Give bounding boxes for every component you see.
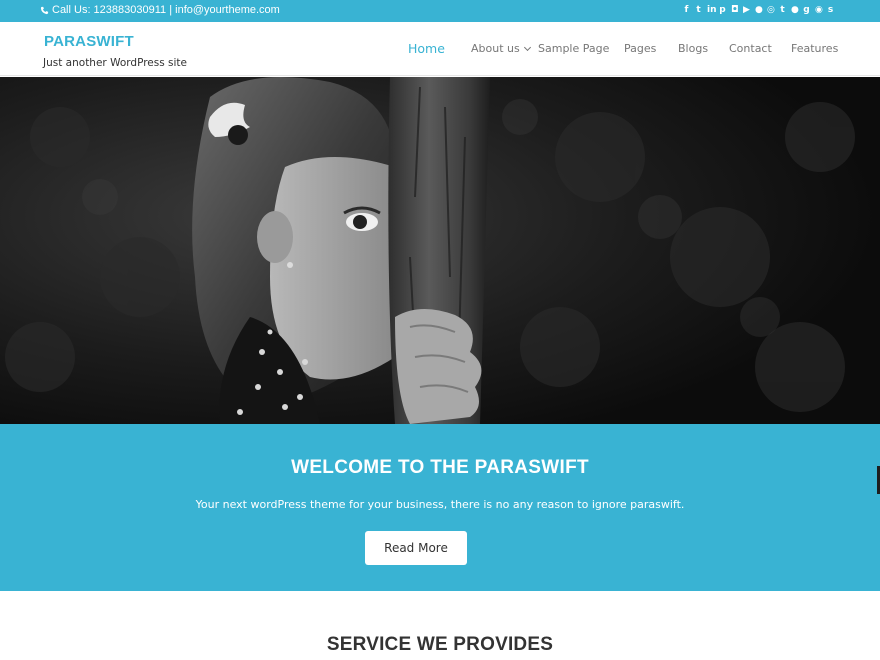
main-nav: Home About us Sample Page Pages Blogs Co…: [0, 41, 880, 58]
contact-text: Call Us: 123883030911 | info@yourtheme.c…: [52, 4, 280, 16]
read-more-button[interactable]: Read More: [365, 531, 467, 565]
youtube-icon[interactable]: ▶: [743, 5, 750, 15]
twitter-icon[interactable]: t: [695, 5, 702, 15]
banner-description: Your next wordPress theme for your busin…: [195, 498, 685, 511]
social-links: f t in p ◘ ▶ ● ◎ t ● g ◉ s: [683, 5, 834, 15]
instagram-icon[interactable]: ◘: [731, 5, 739, 15]
pinterest-icon[interactable]: p: [719, 5, 726, 15]
nav-item-features[interactable]: Features: [791, 42, 838, 55]
top-bar: Call Us: 123883030911 | info@yourtheme.c…: [0, 0, 880, 22]
hero-image: [0, 77, 880, 424]
stumbleupon-icon[interactable]: s: [827, 5, 834, 15]
google-plus-icon[interactable]: g: [803, 5, 810, 15]
welcome-banner: WELCOME TO THE PARASWIFT Your next wordP…: [0, 424, 880, 591]
nav-item-blogs[interactable]: Blogs: [678, 42, 708, 55]
dribbble-icon[interactable]: ◎: [767, 5, 775, 15]
site-tagline: Just another WordPress site: [43, 57, 188, 69]
site-header: PARASWIFT Just another WordPress site Ho…: [0, 22, 880, 76]
contact-info: Call Us: 123883030911 | info@yourtheme.c…: [40, 4, 280, 16]
facebook-icon[interactable]: f: [683, 5, 690, 15]
flickr-icon[interactable]: ●: [755, 5, 763, 15]
reddit-icon[interactable]: ●: [791, 5, 799, 15]
nav-item-sample-page[interactable]: Sample Page: [538, 42, 609, 55]
nav-item-about-us-label: About us: [471, 42, 520, 55]
tumblr-icon[interactable]: t: [779, 5, 786, 15]
phone-icon: [40, 6, 49, 14]
services-title: SERVICE WE PROVIDES: [326, 634, 554, 655]
github-icon[interactable]: ◉: [815, 5, 823, 15]
chevron-down-icon: [523, 43, 531, 52]
banner-title: WELCOME TO THE PARASWIFT: [291, 457, 589, 478]
hero-photo: [0, 77, 880, 424]
nav-item-contact[interactable]: Contact: [729, 42, 772, 55]
linkedin-icon[interactable]: in: [707, 5, 717, 15]
nav-item-home[interactable]: Home: [408, 41, 445, 56]
nav-item-about-us[interactable]: About us: [471, 42, 531, 55]
nav-item-pages[interactable]: Pages: [624, 42, 656, 55]
